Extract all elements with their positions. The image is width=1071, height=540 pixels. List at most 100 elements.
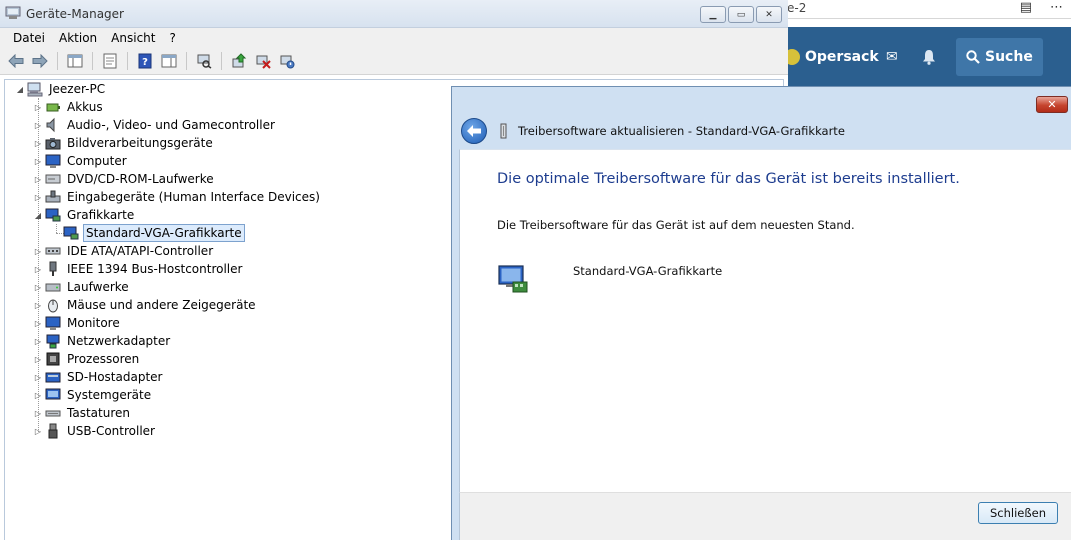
tree-category[interactable]: ▷ Eingabegeräte (Human Interface Devices… — [33, 188, 322, 206]
menu-view[interactable]: Ansicht — [104, 31, 162, 45]
tree-connector — [56, 224, 57, 233]
tree-category[interactable]: ▷ Laufwerke — [33, 278, 131, 296]
dialog-message: Die Treibersoftware für das Gerät ist au… — [497, 218, 855, 232]
expand-toggle[interactable]: ▷ — [33, 157, 43, 166]
tree-category[interactable]: ▷ Systemgeräte — [33, 386, 153, 404]
minimize-button[interactable]: ▁ — [700, 6, 726, 23]
disable-device-button[interactable] — [277, 51, 297, 71]
toolbar-separator — [57, 52, 58, 70]
expand-toggle[interactable]: ▷ — [33, 103, 43, 112]
device-name: Standard-VGA-Grafikkarte — [573, 264, 723, 278]
expand-toggle[interactable]: ▷ — [33, 301, 43, 310]
expand-toggle[interactable]: ▷ — [33, 427, 43, 436]
dialog-close-button[interactable]: ✕ — [1036, 96, 1068, 113]
search-label: Suche — [985, 49, 1033, 65]
disable-device-icon — [280, 55, 295, 69]
tree-category[interactable]: ▷ SD-Hostadapter — [33, 368, 164, 386]
search-button[interactable]: Suche — [956, 38, 1043, 76]
tree-category[interactable]: ▷ DVD/CD-ROM-Laufwerke — [33, 170, 216, 188]
computer-icon — [27, 81, 43, 97]
tree-category[interactable]: ▷ Netzwerkadapter — [33, 332, 172, 350]
category-label: Mäuse und andere Zeigegeräte — [67, 298, 256, 312]
tree-category[interactable]: ▷ Computer — [33, 152, 129, 170]
svg-text:?: ? — [142, 57, 148, 68]
console-tree-icon — [67, 54, 83, 68]
help-button[interactable]: ? — [135, 51, 155, 71]
back-button[interactable] — [461, 118, 487, 144]
expand-toggle[interactable]: ▷ — [33, 247, 43, 256]
forum-user-menu[interactable]: Opersack — [782, 38, 879, 76]
tree-root[interactable]: ◢ Jeezer-PC — [15, 80, 107, 98]
category-label: Eingabegeräte (Human Interface Devices) — [67, 190, 320, 204]
tree-category[interactable]: ▷ IDE ATA/ATAPI-Controller — [33, 242, 215, 260]
expand-toggle[interactable]: ▷ — [33, 265, 43, 274]
show-hide-console-tree-button[interactable] — [65, 51, 85, 71]
toolbar: ? — [0, 48, 788, 75]
menu-action[interactable]: Aktion — [52, 31, 104, 45]
scan-hardware-button[interactable] — [194, 51, 214, 71]
expand-toggle[interactable]: ▷ — [33, 373, 43, 382]
arrow-left-icon — [467, 125, 481, 137]
expand-toggle[interactable]: ▷ — [33, 319, 43, 328]
back-button[interactable] — [6, 51, 26, 71]
category-label: USB-Controller — [67, 424, 155, 438]
tree-category[interactable]: ▷ Monitore — [33, 314, 122, 332]
category-label: Computer — [67, 154, 127, 168]
sd-card-icon — [45, 369, 61, 385]
tree-category[interactable]: ▷ USB-Controller — [33, 422, 157, 440]
expand-toggle[interactable]: ▷ — [33, 139, 43, 148]
more-options-icon[interactable]: ⋯ — [1050, 0, 1063, 16]
expand-toggle[interactable]: ▷ — [33, 409, 43, 418]
browser-toolbar-icons: ▤ ⋯ — [1020, 0, 1063, 16]
system-device-icon — [45, 387, 61, 403]
tree-category[interactable]: ▷ Tastaturen — [33, 404, 132, 422]
forward-button[interactable] — [30, 51, 50, 71]
camera-icon — [45, 135, 61, 151]
expand-toggle[interactable]: ▷ — [33, 121, 43, 130]
action-pane-button[interactable] — [159, 51, 179, 71]
tree-category[interactable]: ▷ Mäuse und andere Zeigegeräte — [33, 296, 258, 314]
close-button[interactable]: Schließen — [978, 502, 1058, 524]
maximize-button[interactable]: ▭ — [728, 6, 754, 23]
tree-category[interactable]: ▷ IEEE 1394 Bus-Hostcontroller — [33, 260, 244, 278]
messages-button[interactable]: ✉ — [886, 38, 898, 76]
tree-category[interactable]: ▷ Audio-, Video- und Gamecontroller — [33, 116, 277, 134]
properties-button[interactable] — [100, 51, 120, 71]
reader-view-icon[interactable]: ▤ — [1020, 0, 1032, 16]
scan-hardware-icon — [197, 54, 212, 69]
close-button[interactable]: ✕ — [756, 6, 782, 23]
expand-toggle[interactable]: ▷ — [33, 193, 43, 202]
menu-bar: Datei Aktion Ansicht ? — [0, 28, 788, 48]
expand-toggle[interactable]: ▷ — [33, 283, 43, 292]
tree-device-selected[interactable]: Standard-VGA-Grafikkarte — [63, 224, 245, 242]
device-manager-title: Geräte-Manager — [26, 7, 124, 21]
tree-category[interactable]: ▷ Prozessoren — [33, 350, 141, 368]
collapse-toggle[interactable]: ◢ — [15, 85, 25, 94]
expand-toggle[interactable]: ▷ — [33, 337, 43, 346]
expand-toggle[interactable]: ▷ — [33, 391, 43, 400]
expand-toggle[interactable]: ▷ — [33, 175, 43, 184]
monitor-icon — [45, 153, 61, 169]
hid-icon — [45, 189, 61, 205]
menu-file[interactable]: Datei — [6, 31, 52, 45]
category-label: Bildverarbeitungsgeräte — [67, 136, 213, 150]
device-manager-titlebar[interactable]: Geräte-Manager ▁ ▭ ✕ — [0, 0, 788, 28]
tree-category[interactable]: ◢ Grafikkarte — [33, 206, 136, 224]
expand-toggle[interactable]: ▷ — [33, 355, 43, 364]
ide-controller-icon — [45, 243, 61, 259]
menu-help[interactable]: ? — [162, 31, 182, 45]
update-driver-button[interactable] — [229, 51, 249, 71]
uninstall-button[interactable] — [253, 51, 273, 71]
firewire-icon — [45, 261, 61, 277]
category-label: SD-Hostadapter — [67, 370, 163, 384]
tree-category[interactable]: ▷ Bildverarbeitungsgeräte — [33, 134, 215, 152]
tree-category[interactable]: ▷ Akkus — [33, 98, 105, 116]
category-label: IDE ATA/ATAPI-Controller — [67, 244, 214, 258]
notifications-button[interactable] — [922, 38, 936, 76]
category-label: Monitore — [67, 316, 120, 330]
category-label: Prozessoren — [67, 352, 140, 366]
collapse-toggle[interactable]: ◢ — [33, 211, 43, 220]
display-adapter-icon — [45, 207, 61, 223]
usb-icon — [45, 423, 61, 439]
browser-tab-title[interactable]: e-2 — [787, 1, 806, 15]
